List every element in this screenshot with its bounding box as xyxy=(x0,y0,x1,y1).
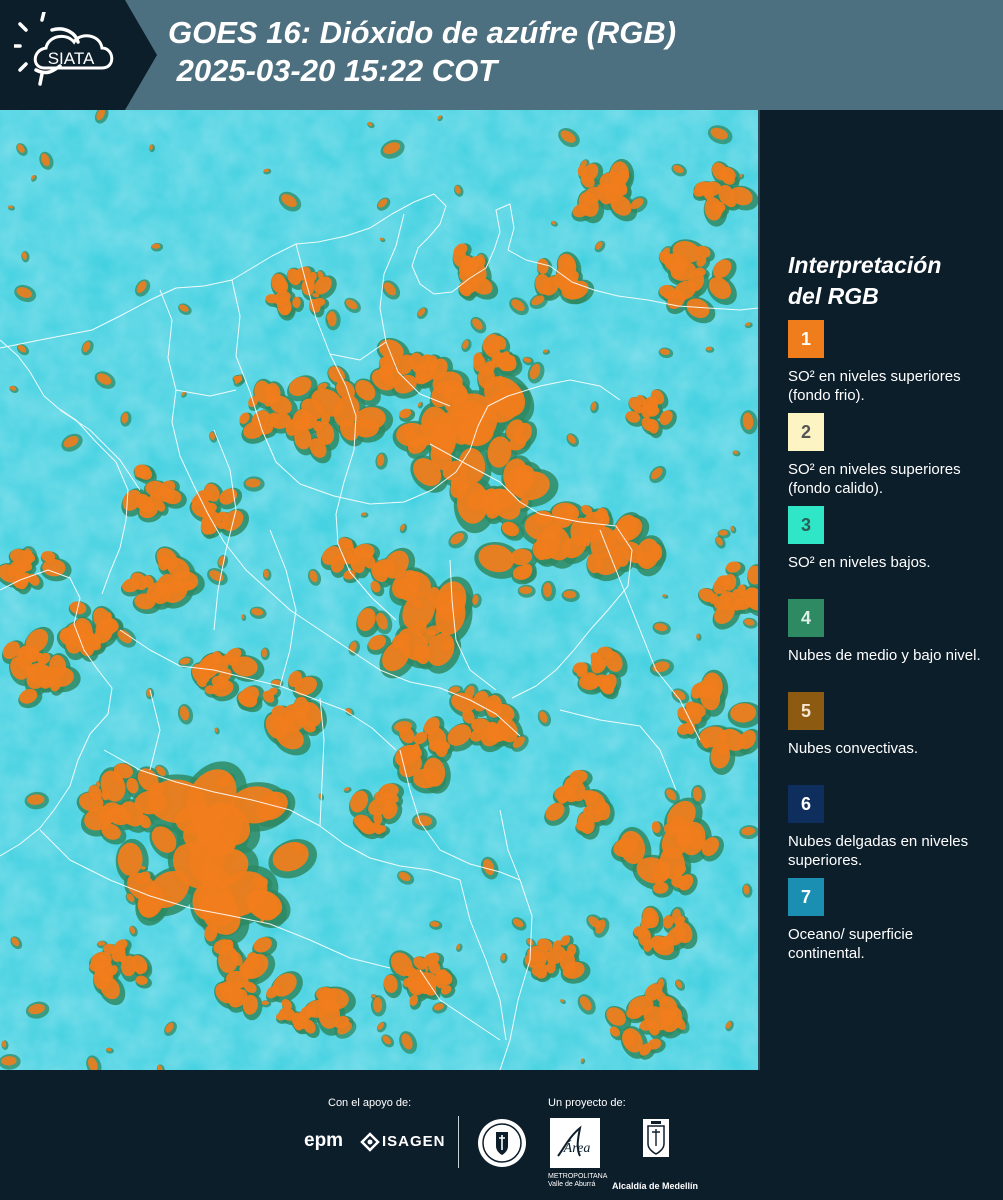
sun-cloud-icon: SIATA xyxy=(14,12,114,86)
goes16-so2-rgb-image xyxy=(0,110,758,1070)
header-bar: SIATA GOES 16: Dióxido de azúfre (RGB) 2… xyxy=(0,0,1003,110)
legend-number: 6 xyxy=(800,794,811,814)
legend-item-3: 3 SO² en niveles bajos. xyxy=(788,506,993,599)
area-logo-text: Área xyxy=(563,1139,591,1156)
project-label: Un proyecto de: xyxy=(548,1097,626,1109)
isagen-icon xyxy=(360,1132,380,1152)
logo-arrow xyxy=(125,0,157,110)
legend-number: 3 xyxy=(800,515,811,535)
legend-swatch: 4 xyxy=(788,599,824,637)
legend-swatch: 6 xyxy=(788,785,824,823)
medellin-seal-icon[interactable] xyxy=(477,1118,527,1168)
alcaldia-logo-text[interactable]: Alcaldía de Medellín xyxy=(612,1181,698,1191)
support-label: Con el apoyo de: xyxy=(328,1097,412,1109)
footer-divider xyxy=(458,1116,459,1168)
legend-number: 4 xyxy=(800,608,811,628)
epm-logo[interactable]: epm xyxy=(304,1130,343,1152)
legend-swatch: 1 xyxy=(788,320,824,358)
legend-item-6: 6 Nubes delgadas en niveles superiores. xyxy=(788,785,993,878)
legend-number: 7 xyxy=(800,887,811,907)
legend-number: 5 xyxy=(800,701,811,721)
legend-label: Oceano/ superficie continental. xyxy=(788,926,914,962)
legend-label: SO² en niveles superiores (fondo frio). xyxy=(788,368,961,404)
legend-label: SO² en niveles superiores (fondo calido)… xyxy=(788,461,961,497)
legend-label: SO² en niveles bajos. xyxy=(788,554,931,571)
legend-swatch: 2 xyxy=(788,413,824,451)
area-subtitle: METROPOLITANA Valle de Aburrá xyxy=(548,1173,608,1188)
legend-items: 1 SO² en niveles superiores (fondo frio).… xyxy=(788,320,993,971)
legend-label: Nubes convectivas. xyxy=(788,740,919,757)
legend-item-2: 2 SO² en niveles superiores (fondo calido… xyxy=(788,413,993,506)
legend-title: Interpretación del RGB xyxy=(788,252,942,309)
legend-label: Nubes de medio y bajo nivel. xyxy=(788,647,981,664)
legend-label: Nubes delgadas en niveles superiores. xyxy=(788,833,969,869)
siata-logo[interactable]: SIATA xyxy=(0,0,125,110)
map-edge xyxy=(758,110,760,1070)
legend-swatch: 3 xyxy=(788,506,824,544)
legend-swatch: 7 xyxy=(788,878,824,916)
alcaldia-shield-icon[interactable] xyxy=(642,1118,670,1158)
satellite-map[interactable] xyxy=(0,110,758,1070)
footer: Con el apoyo de: Un proyecto de: epm ISA… xyxy=(0,1070,1003,1200)
legend-number: 1 xyxy=(800,329,811,349)
isagen-logo[interactable]: ISAGEN xyxy=(382,1133,446,1150)
legend-item-7: 7 Oceano/ superficie continental. xyxy=(788,878,993,971)
legend-item-4: 4 Nubes de medio y bajo nivel. xyxy=(788,599,993,692)
legend-item-1: 1 SO² en niveles superiores (fondo frio). xyxy=(788,320,993,413)
legend-item-5: 5 Nubes convectivas. xyxy=(788,692,993,785)
rgb-legend: Interpretación del RGB 1 SO² en niveles s… xyxy=(788,250,993,971)
area-metropolitana-logo[interactable]: Área xyxy=(550,1118,600,1168)
logo-text: SIATA xyxy=(48,49,95,68)
legend-number: 2 xyxy=(800,422,811,442)
legend-swatch: 5 xyxy=(788,692,824,730)
area-logo-icon: Área xyxy=(557,1125,591,1157)
page-title: GOES 16: Dióxido de azúfre (RGB) 2025-03… xyxy=(168,15,677,88)
